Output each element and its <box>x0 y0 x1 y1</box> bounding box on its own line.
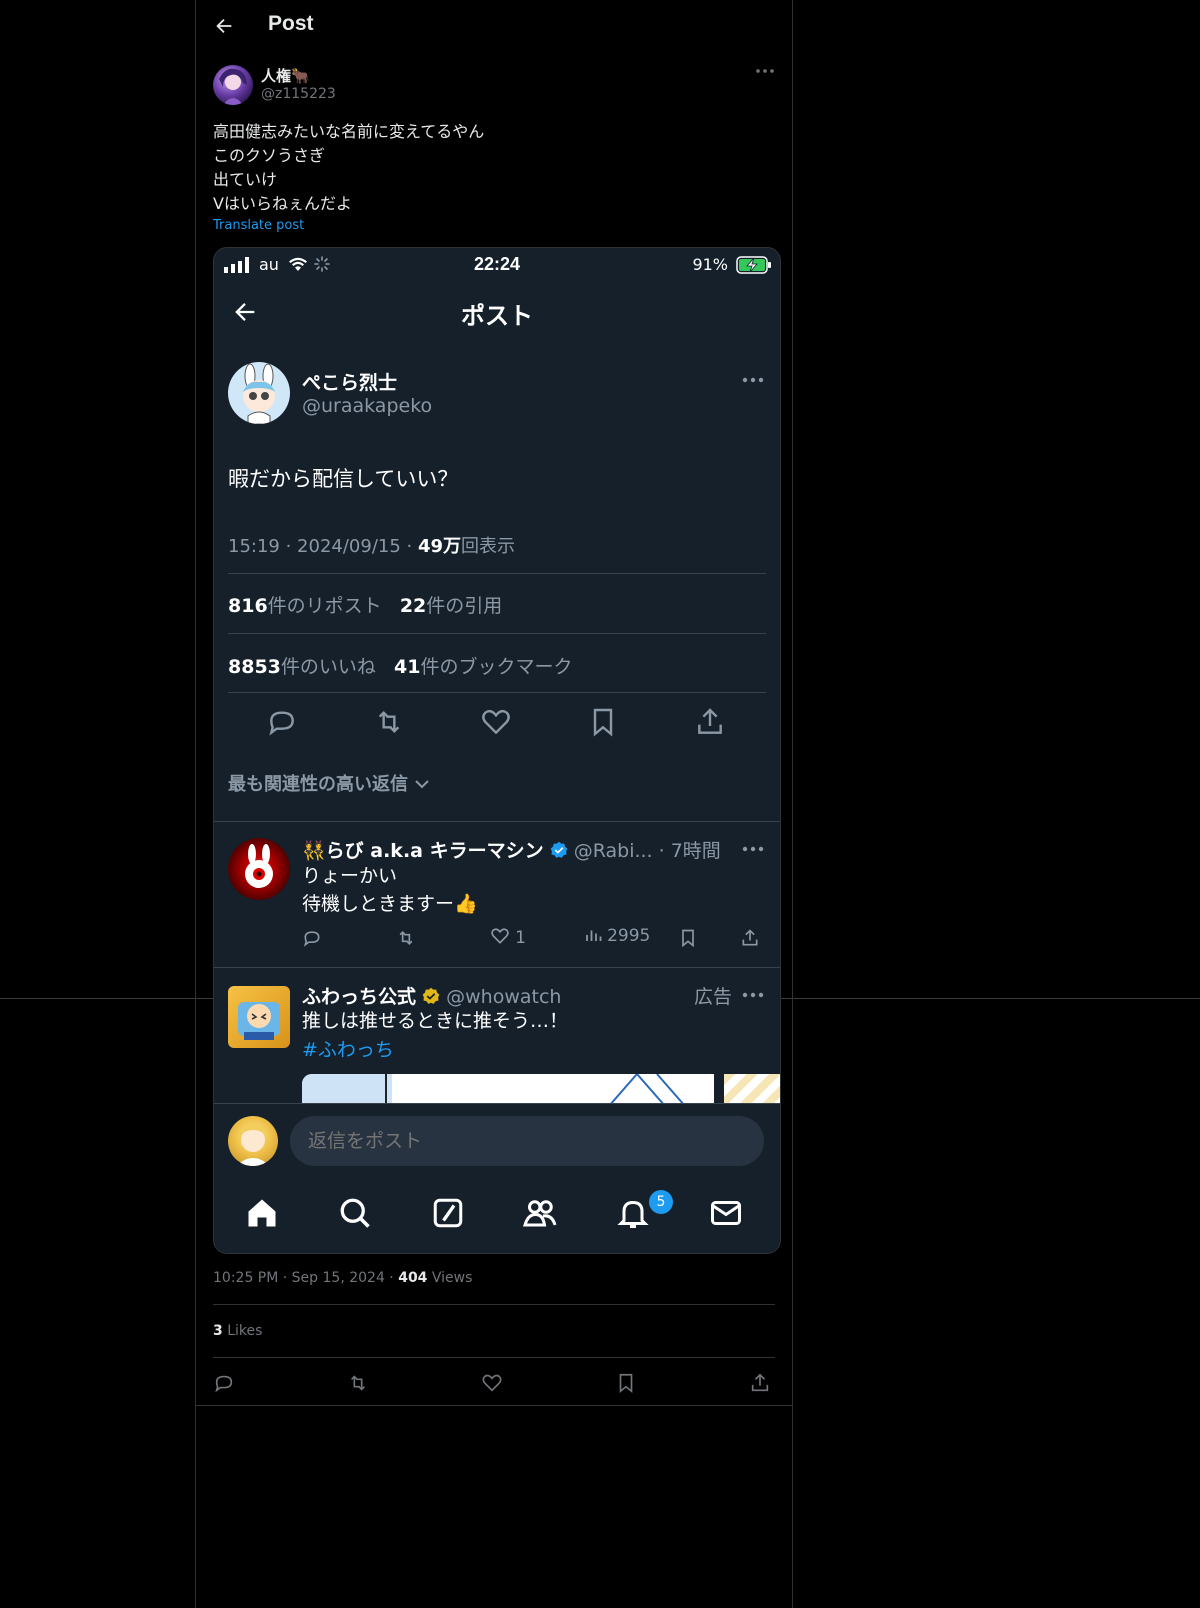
main-column: Post 人権🐂 @z115223 高田健志みたいな名前に変えてるやん このクソ… <box>195 0 793 1608</box>
post-likes-count: 3 <box>213 1323 223 1339</box>
repost-button-icon[interactable] <box>347 1372 369 1394</box>
divider <box>213 1357 775 1358</box>
ad-author-handle: @whowatch <box>446 986 562 1008</box>
post-views-count: 404 <box>398 1270 428 1286</box>
reply-like-count: 1 <box>515 928 526 948</box>
screenshot-more-icon <box>742 377 764 383</box>
post-timestamp-views: 10:25 PM · Sep 15, 2024 · 404 Views <box>213 1270 472 1286</box>
original-post-views-count: 49万 <box>417 536 462 557</box>
battery-percent: 91% <box>692 255 728 274</box>
reply-icon <box>269 711 294 736</box>
reply-repost-icon <box>399 930 413 946</box>
pekora-avatar <box>228 362 290 424</box>
reply-more-icon <box>742 846 764 852</box>
chevron-down-icon <box>415 780 429 789</box>
ad-hashtag: #ふわっち <box>302 1039 394 1061</box>
reply-bookmark-icon <box>682 929 694 948</box>
reply-sort-label: 最も関連性の高い返信 <box>228 770 430 796</box>
like-button-icon[interactable] <box>481 1372 503 1394</box>
divider <box>196 1405 792 1406</box>
reply-comment-icon <box>303 931 320 947</box>
quotes-count: 22 <box>399 595 427 617</box>
reply-views-icon <box>586 930 602 941</box>
ad-author-name: ふわっち公式 <box>302 986 417 1008</box>
divider <box>228 573 766 574</box>
notifications-bell-icon <box>617 1200 649 1228</box>
back-arrow-icon[interactable] <box>213 15 235 37</box>
repost-icon <box>378 710 400 734</box>
reply-like: 1 <box>490 926 526 948</box>
ad-header: ふわっち公式 @whowatch <box>302 982 561 1009</box>
reposts-label: 件のリポスト <box>267 595 382 617</box>
reply-sort-text: 最も関連性の高い返信 <box>228 774 408 795</box>
post-timestamp[interactable]: 10:25 PM · Sep 15, 2024 · <box>213 1270 398 1286</box>
like-icon <box>482 709 510 735</box>
bookmark-icon <box>593 708 613 737</box>
embedded-screenshot-image[interactable]: au 22:24 91% ポスト ぺこら烈士 @uraakapeko 暇だから配… <box>213 247 781 1254</box>
bookmarks-count: 41 <box>394 656 421 678</box>
likes-label: 件のいいね <box>280 656 376 678</box>
battery-charging-icon <box>736 256 771 274</box>
home-icon <box>248 1199 276 1227</box>
reposts-count: 816 <box>228 595 268 617</box>
reply-text: りょーかい 待機しときますー👍 <box>302 865 478 915</box>
repost-quote-stats: 816件のリポスト 22件の引用 <box>228 591 502 618</box>
my-avatar <box>228 1116 278 1166</box>
likes-count: 8853 <box>228 656 281 678</box>
grok-icon <box>433 1198 463 1228</box>
reply-author-name: 👯らび a.k.a キラーマシン <box>302 840 544 862</box>
like-bookmark-stats: 8853件のいいね 41件のブックマーク <box>228 652 573 679</box>
bookmarks-label: 件のブックマーク <box>420 656 573 678</box>
post-text: 高田健志みたいな名前に変えてるやん このクソうさぎ 出ていけ Vはいらねぇんだよ <box>213 122 485 213</box>
post-likes-label: Likes <box>222 1323 263 1339</box>
ad-text: 推しは推せるときに推そう…！ <box>302 1010 569 1032</box>
reply-share-icon <box>742 929 758 946</box>
original-author-name: ぺこら烈士 <box>302 372 398 394</box>
more-options-icon[interactable] <box>755 66 775 76</box>
original-post-views-label: 回表示 <box>461 536 516 557</box>
divider <box>214 821 780 822</box>
bookmark-button-icon[interactable] <box>615 1372 637 1394</box>
messages-icon <box>711 1201 741 1225</box>
ad-label: 広告 <box>693 986 732 1008</box>
reply-author-handle: @Rabi... · 7時間 <box>573 840 721 862</box>
quotes-label: 件の引用 <box>426 595 503 617</box>
original-post-text: 暇だから配信していい？ <box>228 467 459 491</box>
divider <box>213 1304 775 1305</box>
share-icon <box>698 708 722 734</box>
divider <box>228 692 766 693</box>
search-icon <box>340 1198 370 1228</box>
reply-views: 2995 <box>584 926 650 946</box>
communities-icon <box>523 1200 557 1227</box>
divider <box>214 967 780 968</box>
original-author-handle: @uraakapeko <box>302 395 433 417</box>
reply-button-icon[interactable] <box>213 1372 235 1394</box>
share-button-icon[interactable] <box>749 1372 771 1394</box>
reply-input <box>290 1116 764 1166</box>
original-post-meta: 15:19 · 2024/09/15 · 49万回表示 <box>228 532 515 558</box>
author-name[interactable]: 人権🐂 <box>261 65 310 86</box>
tab-bar <box>214 1185 780 1253</box>
screenshot-title: ポスト <box>461 302 533 330</box>
reply-like-icon <box>491 928 509 944</box>
reply-header: 👯らび a.k.a キラーマシン @Rabi... · 7時間 <box>302 836 721 863</box>
post-views-label: Views <box>427 1270 473 1286</box>
verified-badge-icon <box>550 841 567 858</box>
original-post-time: 15:19 · 2024/09/15 · <box>228 536 418 557</box>
author-handle[interactable]: @z115223 <box>261 86 336 102</box>
ad-more-icon <box>742 992 764 998</box>
notification-badge: 5 <box>649 1190 673 1214</box>
avatar[interactable] <box>213 65 253 105</box>
verified-gold-badge-icon <box>422 987 440 1004</box>
translate-post-link[interactable]: Translate post <box>213 218 304 233</box>
whowatch-avatar <box>228 986 290 1048</box>
likes-row[interactable]: 3 Likes <box>213 1323 262 1339</box>
reply-views-count: 2995 <box>607 926 651 946</box>
reply-bar <box>214 1103 780 1186</box>
page-title: Post <box>268 12 314 35</box>
divider <box>228 633 766 634</box>
rabi-avatar <box>228 838 290 900</box>
